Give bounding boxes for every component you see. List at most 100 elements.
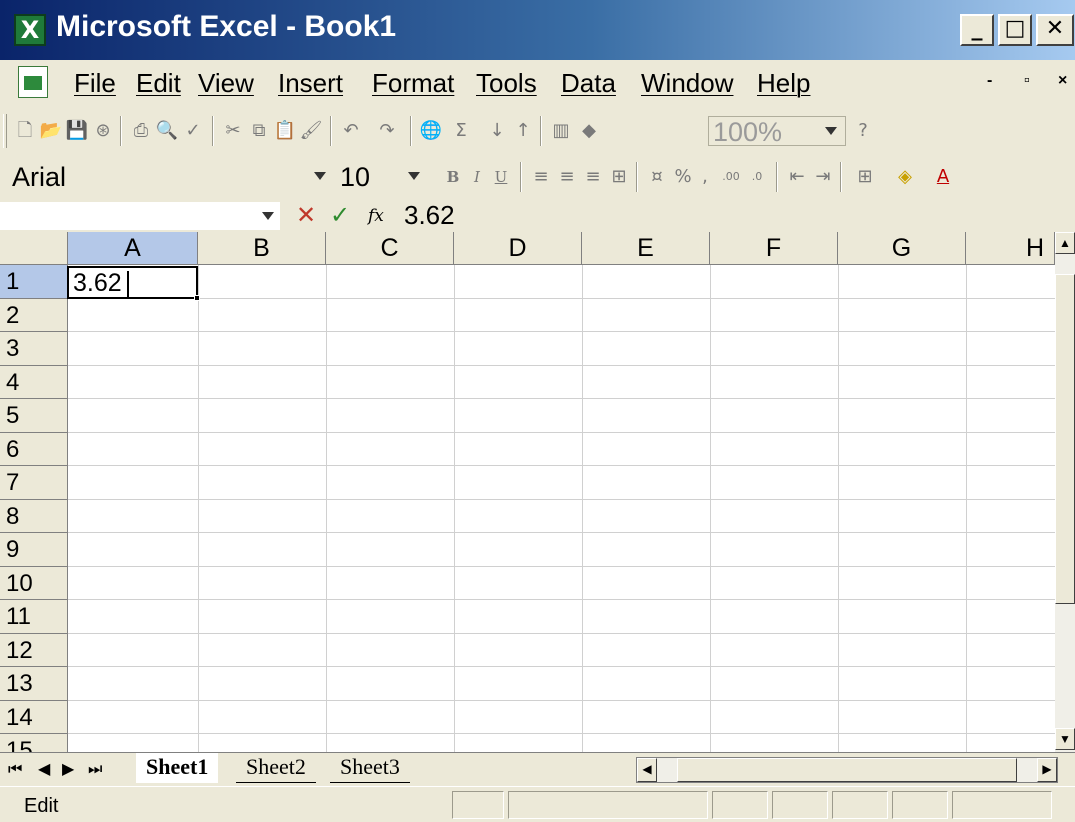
menu-tools[interactable]: Tools [476, 68, 537, 99]
new-icon[interactable]: 🗋 [12, 118, 38, 144]
name-box-dropdown-icon[interactable] [262, 212, 274, 220]
italic-button[interactable]: I [464, 164, 490, 190]
active-cell-a1[interactable]: 3.62 [67, 266, 200, 301]
vertical-scroll-thumb[interactable] [1055, 274, 1075, 604]
name-box[interactable] [0, 202, 280, 230]
row-header-7[interactable]: 7 [0, 466, 68, 500]
column-header-e[interactable]: E [582, 232, 710, 265]
maximize-button[interactable]: □ [998, 14, 1032, 46]
scroll-left-icon[interactable]: ◀ [637, 758, 657, 782]
tab-sheet3[interactable]: Sheet3 [330, 753, 410, 783]
paste-icon[interactable]: 📋 [272, 118, 298, 144]
currency-icon[interactable]: ¤ [644, 164, 670, 190]
row-header-6[interactable]: 6 [0, 432, 68, 466]
row-header-10[interactable]: 10 [0, 566, 68, 600]
underline-button[interactable]: U [488, 164, 514, 190]
column-header-f[interactable]: F [710, 232, 838, 265]
column-header-b[interactable]: B [198, 232, 326, 265]
row-header-1[interactable]: 1 [0, 265, 68, 299]
prev-sheet-icon[interactable]: ◀ [38, 759, 50, 778]
print-preview-icon[interactable]: 🔍 [154, 118, 180, 144]
autosum-icon[interactable]: Σ [448, 118, 474, 144]
tab-sheet2[interactable]: Sheet2 [236, 753, 316, 783]
workbook-icon[interactable] [18, 66, 48, 98]
column-header-a[interactable]: A [68, 232, 198, 265]
column-header-g[interactable]: G [838, 232, 966, 265]
zoom-select[interactable]: 100% [708, 116, 846, 147]
next-sheet-icon[interactable]: ▶ [62, 759, 74, 778]
doc-restore-button[interactable]: ▫ [1024, 72, 1030, 90]
row-header-14[interactable]: 14 [0, 700, 68, 734]
help-icon[interactable]: ? [850, 118, 876, 144]
column-header-h[interactable]: H [966, 232, 1055, 265]
redo-icon[interactable]: ↷ [374, 118, 400, 144]
permission-icon[interactable]: ⊛ [90, 118, 116, 144]
horizontal-scroll-thumb[interactable] [677, 758, 1017, 782]
print-icon[interactable]: ⎙ [128, 118, 154, 144]
formula-input[interactable]: 3.62 [404, 200, 455, 231]
row-header-3[interactable]: 3 [0, 332, 68, 366]
row-header-8[interactable]: 8 [0, 499, 68, 533]
comma-icon[interactable]: , [692, 164, 718, 190]
close-button[interactable]: ✕ [1036, 14, 1074, 46]
doc-close-button[interactable]: × [1058, 72, 1067, 90]
row-header-9[interactable]: 9 [0, 533, 68, 567]
title-bar[interactable]: X Microsoft Excel - Book1 _ □ ✕ [0, 0, 1075, 60]
sort-descending-icon[interactable]: ↑ [510, 118, 536, 144]
scroll-right-icon[interactable]: ▶ [1037, 758, 1057, 782]
bold-button[interactable]: B [440, 164, 466, 190]
row-header-13[interactable]: 13 [0, 667, 68, 701]
tab-sheet1[interactable]: Sheet1 [136, 753, 219, 783]
align-right-icon[interactable]: ≡ [580, 164, 606, 190]
font-size-select[interactable]: 10 [336, 160, 426, 194]
doc-minimize-button[interactable]: - [987, 72, 992, 90]
menu-data[interactable]: Data [561, 68, 616, 99]
scroll-down-icon[interactable]: ▼ [1055, 728, 1075, 750]
menu-view[interactable]: View [198, 68, 254, 99]
row-header-12[interactable]: 12 [0, 633, 68, 667]
scroll-up-icon[interactable]: ▲ [1055, 232, 1075, 254]
chart-wizard-icon[interactable]: ▥ [548, 118, 574, 144]
fill-handle[interactable] [194, 295, 200, 301]
drawing-icon[interactable]: ◆ [576, 118, 602, 144]
worksheet-grid[interactable]: A B C D E F G H 1 2 3 4 5 6 7 8 9 10 11 12 13 14 15 3.… [0, 232, 1055, 752]
cancel-icon[interactable]: ✕ [296, 201, 316, 229]
row-header-2[interactable]: 2 [0, 298, 68, 332]
last-sheet-icon[interactable]: ⏭ [88, 759, 102, 779]
copy-icon[interactable]: ⧉ [246, 118, 272, 144]
align-center-icon[interactable]: ≡ [554, 164, 580, 190]
toolbar-grip[interactable] [3, 114, 7, 148]
borders-icon[interactable]: ⊞ [852, 164, 878, 190]
open-icon[interactable]: 📂 [38, 118, 64, 144]
increase-decimal-icon[interactable]: .00 [718, 164, 744, 190]
horizontal-scrollbar[interactable]: ◀ ▶ [636, 757, 1058, 783]
minimize-button[interactable]: _ [960, 14, 994, 46]
merge-center-icon[interactable]: ⊞ [606, 164, 632, 190]
menu-insert[interactable]: Insert [278, 68, 343, 99]
menu-edit[interactable]: Edit [136, 68, 181, 99]
fill-color-icon[interactable]: ◈ [892, 164, 918, 190]
row-header-5[interactable]: 5 [0, 399, 68, 433]
menu-help[interactable]: Help [757, 68, 810, 99]
font-dropdown-icon[interactable] [314, 172, 326, 180]
align-left-icon[interactable]: ≡ [528, 164, 554, 190]
row-header-4[interactable]: 4 [0, 365, 68, 399]
hyperlink-icon[interactable]: 🌐 [418, 118, 444, 144]
spelling-icon[interactable]: ✓ [180, 118, 206, 144]
menu-file[interactable]: File [74, 68, 116, 99]
cut-icon[interactable]: ✂ [220, 118, 246, 144]
excel-logo-icon[interactable]: X [14, 14, 46, 46]
menu-window[interactable]: Window [641, 68, 733, 99]
font-select[interactable]: Arial [10, 160, 328, 194]
enter-icon[interactable]: ✓ [330, 201, 350, 229]
zoom-dropdown-icon[interactable] [825, 127, 837, 135]
save-icon[interactable]: 💾 [64, 118, 90, 144]
font-color-icon[interactable]: A [930, 164, 956, 190]
font-size-dropdown-icon[interactable] [408, 172, 420, 180]
format-painter-icon[interactable]: 🖌 [298, 118, 324, 144]
vertical-scrollbar[interactable]: ▲ ▼ [1055, 232, 1075, 752]
decrease-indent-icon[interactable]: ⇤ [784, 164, 810, 190]
menu-format[interactable]: Format [372, 68, 454, 99]
first-sheet-icon[interactable]: ⏮ [8, 759, 22, 779]
sort-ascending-icon[interactable]: ↓ [484, 118, 510, 144]
